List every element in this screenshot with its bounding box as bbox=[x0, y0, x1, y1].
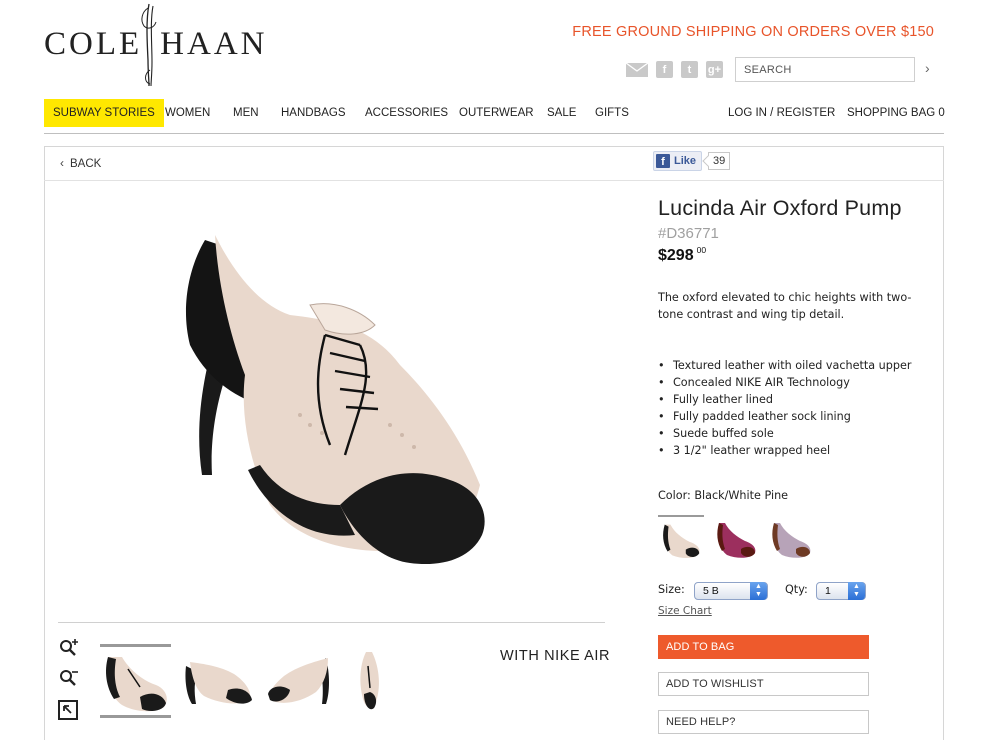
product-sku: #D36771 bbox=[658, 225, 719, 242]
qty-label: Qty: bbox=[785, 583, 808, 596]
product-description: The oxford elevated to chic heights with… bbox=[658, 291, 912, 321]
chevron-left-icon: ‹ bbox=[60, 156, 64, 170]
facebook-like-widget: f Like 39 bbox=[653, 151, 731, 171]
swatch-purple[interactable] bbox=[713, 515, 759, 563]
thumbnail-1[interactable] bbox=[100, 644, 171, 718]
add-to-wishlist-button[interactable]: ADD TO WISHLIST bbox=[658, 672, 869, 696]
shopping-bag-link[interactable]: SHOPPING BAG 0 bbox=[847, 99, 945, 127]
feature-item: Fully padded leather sock lining bbox=[658, 408, 911, 425]
nav-men[interactable]: MEN bbox=[233, 99, 259, 127]
search-input[interactable]: SEARCH bbox=[735, 57, 915, 82]
twitter-icon[interactable]: t bbox=[681, 61, 698, 78]
cole-haan-logo[interactable]: COLE HAAN bbox=[44, 0, 264, 90]
qty-select[interactable]: 1 ▲ ▼ bbox=[816, 582, 866, 600]
nav-subway-stories[interactable]: SUBWAY STORIES bbox=[44, 99, 164, 127]
search-submit-icon[interactable]: › bbox=[925, 60, 930, 76]
feature-item: Concealed NIKE AIR Technology bbox=[658, 374, 911, 391]
nav-handbags[interactable]: HANDBAGS bbox=[281, 99, 346, 127]
nav-divider bbox=[44, 133, 944, 134]
nav-accessories[interactable]: ACCESSORIES bbox=[365, 99, 448, 127]
back-link[interactable]: ‹ BACK bbox=[60, 156, 101, 170]
shipping-promo[interactable]: FREE GROUND SHIPPING ON ORDERS OVER $150 bbox=[572, 24, 934, 40]
nav-outerwear[interactable]: OUTERWEAR bbox=[459, 99, 534, 127]
facebook-icon: f bbox=[656, 154, 670, 168]
image-divider bbox=[58, 622, 605, 623]
google-plus-icon[interactable]: g+ bbox=[706, 61, 723, 78]
product-price: $298 00 bbox=[658, 245, 707, 264]
swatch-lilac[interactable] bbox=[768, 515, 814, 563]
thumbnail-strip bbox=[100, 644, 420, 718]
size-label: Size: bbox=[658, 583, 685, 596]
nav-sale[interactable]: SALE bbox=[547, 99, 576, 127]
select-arrows-icon: ▲ ▼ bbox=[848, 582, 865, 600]
logo-mark-icon bbox=[141, 3, 157, 87]
main-nav: SUBWAY STORIES WOMEN MEN HANDBAGS ACCESS… bbox=[44, 99, 945, 127]
zoom-in-icon[interactable] bbox=[58, 637, 80, 659]
thumbnail-4[interactable] bbox=[340, 644, 420, 718]
facebook-like-button[interactable]: f Like bbox=[653, 151, 703, 171]
feature-item: Suede buffed sole bbox=[658, 425, 911, 442]
zoom-out-icon[interactable] bbox=[58, 667, 80, 689]
mail-icon[interactable] bbox=[626, 63, 648, 77]
feature-item: 3 1/2" leather wrapped heel bbox=[658, 442, 911, 459]
panel-toolbar-divider bbox=[44, 180, 944, 181]
select-arrows-icon: ▲ ▼ bbox=[750, 582, 767, 600]
need-help-button[interactable]: NEED HELP? bbox=[658, 710, 869, 734]
swatch-black-white[interactable] bbox=[658, 515, 704, 563]
product-title: Lucinda Air Oxford Pump bbox=[658, 196, 902, 220]
color-label: Color: Black/White Pine bbox=[658, 489, 789, 502]
like-count: 39 bbox=[708, 152, 731, 170]
thumbnail-2[interactable] bbox=[180, 644, 260, 718]
fullscreen-icon[interactable] bbox=[58, 700, 80, 722]
size-chart-link[interactable]: Size Chart bbox=[658, 605, 712, 617]
nike-air-badge: WITH NIKE AIR bbox=[500, 648, 611, 664]
feature-item: Textured leather with oiled vachetta upp… bbox=[658, 357, 911, 374]
nav-women[interactable]: WOMEN bbox=[165, 99, 210, 127]
social-links: f t g+ bbox=[626, 61, 723, 78]
add-to-bag-button[interactable]: ADD TO BAG bbox=[658, 635, 869, 659]
thumbnail-3[interactable] bbox=[260, 644, 340, 718]
size-select[interactable]: 5 B ▲ ▼ bbox=[694, 582, 768, 600]
nav-gifts[interactable]: GIFTS bbox=[595, 99, 629, 127]
facebook-icon[interactable]: f bbox=[656, 61, 673, 78]
login-register-link[interactable]: LOG IN / REGISTER bbox=[728, 99, 835, 127]
feature-list: Textured leather with oiled vachetta upp… bbox=[658, 357, 911, 459]
product-main-image[interactable] bbox=[160, 205, 500, 585]
feature-item: Fully leather lined bbox=[658, 391, 911, 408]
